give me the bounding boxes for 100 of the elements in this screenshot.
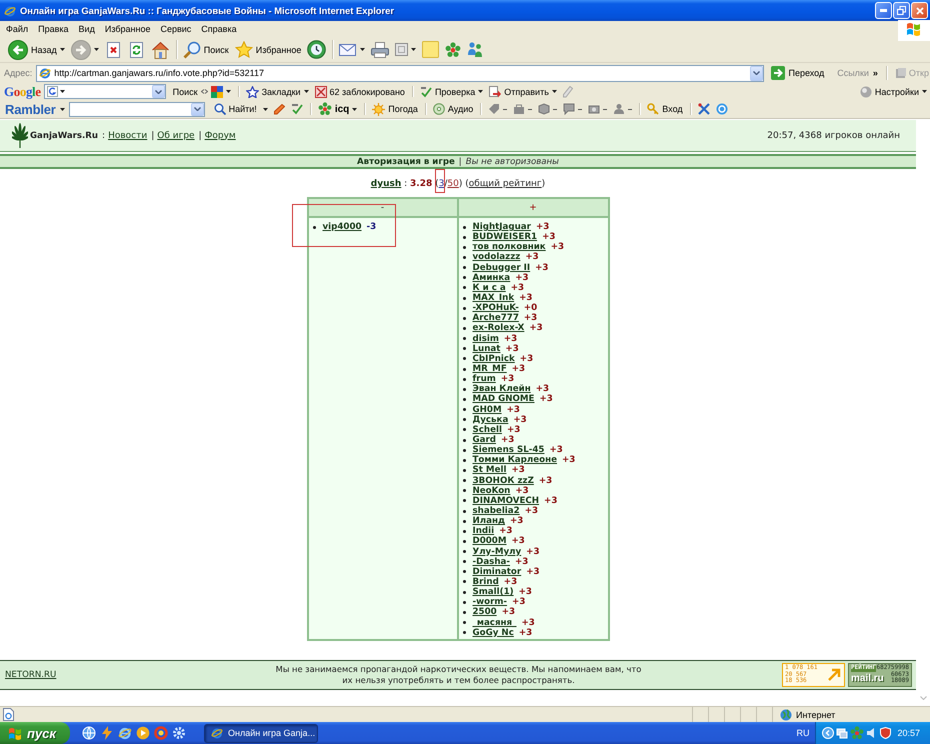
- rating-link[interactable]: 3: [438, 179, 444, 189]
- player-link[interactable]: frum: [472, 374, 496, 384]
- player-link[interactable]: MAD GNOME: [472, 394, 534, 404]
- bookmarks-button[interactable]: Закладки: [242, 84, 312, 99]
- player-link[interactable]: Arche777: [472, 313, 519, 324]
- play-icon[interactable]: [136, 726, 150, 740]
- player-link[interactable]: Gard: [472, 435, 496, 446]
- address-field[interactable]: http://cartman.ganjawars.ru/info.vote.php?id=532117: [36, 64, 764, 82]
- weather-button[interactable]: Погода: [369, 101, 421, 117]
- player-link[interactable]: Дуська: [472, 414, 508, 425]
- vote-score: +3: [506, 424, 520, 435]
- menu-item[interactable]: Правка: [34, 24, 74, 34]
- network-icon[interactable]: [836, 727, 848, 739]
- player-link[interactable]: CbIPnick: [472, 354, 515, 364]
- caret-icon: [60, 108, 65, 110]
- search-field[interactable]: [44, 84, 166, 99]
- minimize-button[interactable]: [875, 2, 892, 19]
- player-link[interactable]: тов полковник: [472, 242, 546, 252]
- nav-link[interactable]: Новости: [108, 130, 148, 140]
- player-link[interactable]: Эван Клейн: [472, 384, 531, 394]
- language-indicator[interactable]: RU: [796, 728, 810, 738]
- player-link[interactable]: -worm-: [472, 597, 508, 608]
- ring-icon[interactable]: [154, 726, 168, 740]
- separator-text: |: [458, 156, 462, 166]
- player-link[interactable]: D000M: [472, 536, 506, 546]
- menu-item[interactable]: Файл: [2, 24, 34, 34]
- spellcheck-button[interactable]: Проверка: [416, 84, 486, 99]
- player-link[interactable]: Siemens SL-45: [472, 445, 544, 456]
- player-link[interactable]: Debugger II: [472, 262, 530, 273]
- note-icon: [422, 41, 440, 58]
- player-link[interactable]: 2500: [472, 607, 497, 618]
- menu-item[interactable]: Сервис: [156, 24, 196, 34]
- restore-button[interactable]: [893, 2, 910, 19]
- player-link[interactable]: Томми Карлеоне: [472, 455, 558, 466]
- shield-icon[interactable]: [880, 727, 892, 739]
- lightning-icon[interactable]: [100, 726, 114, 740]
- player-link[interactable]: MAX_Ink: [472, 293, 514, 304]
- audio-button[interactable]: Аудио: [430, 101, 476, 117]
- gear-icon[interactable]: [172, 726, 186, 740]
- settings-button[interactable]: Настройки: [856, 84, 930, 99]
- player-link[interactable]: vodolazzz: [472, 252, 520, 262]
- player-link[interactable]: DINAMOVECH: [472, 496, 540, 506]
- popup-blocker-button[interactable]: 62 заблокировано: [312, 84, 408, 99]
- site-link[interactable]: NETORN.RU: [5, 670, 56, 680]
- search-field[interactable]: [68, 102, 205, 116]
- menu-item[interactable]: Вид: [74, 24, 100, 34]
- browser-icon[interactable]: [118, 726, 132, 740]
- dropdown-button[interactable]: [152, 85, 165, 98]
- menu-item[interactable]: Справка: [197, 24, 242, 34]
- rating-link[interactable]: 50: [447, 179, 459, 189]
- start-button[interactable]: пуск: [0, 722, 70, 744]
- player-link[interactable]: Lunat: [472, 344, 500, 354]
- menu-item[interactable]: Избранное: [100, 24, 156, 34]
- player-link[interactable]: Иланд: [472, 516, 506, 526]
- player-link[interactable]: ex-Rolex-X: [472, 323, 524, 334]
- bullet-icon: [462, 347, 466, 350]
- go-button[interactable]: Переход: [768, 65, 828, 81]
- player-link[interactable]: vip4000: [322, 222, 362, 232]
- player-link[interactable]: ЗВОНОК zzZ: [472, 476, 534, 486]
- dropdown-button[interactable]: [190, 102, 204, 116]
- player-link[interactable]: GoGy Nc: [472, 628, 514, 638]
- more-chevron[interactable]: »: [872, 68, 878, 78]
- globe-icon[interactable]: [82, 726, 96, 740]
- dropdown-button[interactable]: [750, 66, 764, 80]
- player-link[interactable]: NeoKon: [472, 486, 510, 496]
- player-link[interactable]: К и с а: [472, 282, 506, 293]
- player-link[interactable]: dyush: [370, 179, 402, 189]
- player-link[interactable]: _масяня_: [472, 618, 516, 628]
- player-link[interactable]: Diminator: [472, 566, 522, 577]
- player-link[interactable]: Indii: [472, 526, 494, 536]
- close-button[interactable]: [911, 2, 928, 19]
- chevron-left-icon[interactable]: [822, 727, 834, 739]
- taskbar-window-button[interactable]: Онлайн игра Ganja...: [204, 724, 318, 742]
- player-link[interactable]: Brind: [472, 576, 499, 587]
- player-link[interactable]: BUDWEISER1: [472, 232, 538, 242]
- login-button[interactable]: Вход: [644, 101, 686, 117]
- player-link[interactable]: MR_MF: [472, 364, 507, 374]
- player-link[interactable]: NightJaguar: [472, 222, 531, 232]
- player-link[interactable]: shabelia2: [472, 506, 520, 516]
- send-button[interactable]: Отправить: [486, 84, 560, 99]
- favorites-button[interactable]: Избранное: [232, 38, 304, 61]
- icq-button[interactable]: icq: [314, 101, 360, 117]
- player-link[interactable]: Small(1): [472, 587, 514, 598]
- back-button[interactable]: Назад: [5, 38, 68, 61]
- player-link[interactable]: -XPOHuK-: [472, 303, 519, 314]
- player-link[interactable]: GH0M: [472, 404, 502, 415]
- nav-link[interactable]: Об игре: [157, 130, 195, 140]
- browser-icon: [39, 67, 52, 79]
- find-button[interactable]: Найти!: [210, 101, 260, 117]
- rating-link[interactable]: общий рейтинг: [468, 179, 542, 189]
- nav-link[interactable]: Форум: [204, 130, 236, 140]
- player-link[interactable]: Аминка: [472, 272, 510, 283]
- search-button[interactable]: Поиск: [170, 84, 201, 99]
- search-button[interactable]: Поиск: [180, 38, 232, 61]
- player-link[interactable]: Schell: [472, 424, 502, 435]
- player-link[interactable]: disim: [472, 334, 499, 344]
- player-link[interactable]: -Dasha-: [472, 556, 510, 567]
- address-label: Адрес:: [4, 68, 32, 78]
- player-link[interactable]: Улу-Мулу: [472, 546, 522, 557]
- player-link[interactable]: St Mell: [472, 465, 506, 476]
